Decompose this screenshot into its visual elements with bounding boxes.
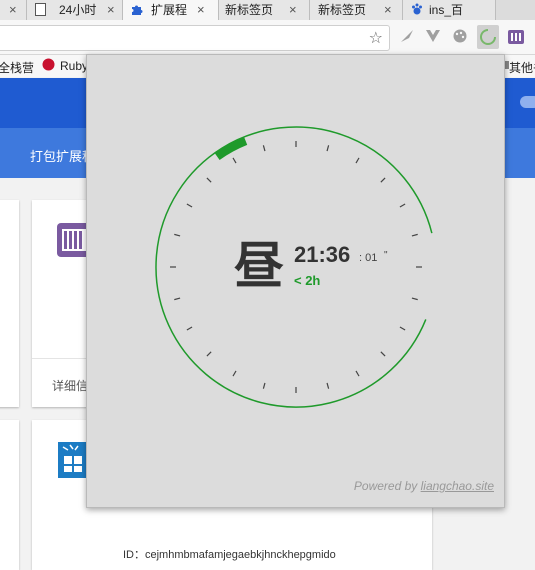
clock-tick xyxy=(232,157,237,164)
clock-tick xyxy=(326,382,330,389)
clock-tick xyxy=(411,297,418,301)
bookmark-item[interactable]: 全栈营 xyxy=(0,59,34,76)
powered-link[interactable]: liangchao.site xyxy=(421,479,494,493)
details-link[interactable]: 详细信 xyxy=(52,377,88,394)
tab-newtab-1[interactable]: 新标签页 × xyxy=(219,0,310,20)
browser-toolbar: ☆ xyxy=(0,20,535,55)
clock-tick xyxy=(262,382,266,389)
clock-tick xyxy=(174,233,181,237)
time-remaining: < 2h xyxy=(294,273,321,288)
tab-label: 24小时 xyxy=(59,3,97,17)
clock-tick xyxy=(355,370,360,377)
tab-24h[interactable]: 24小时 × xyxy=(27,0,123,20)
bookmark-item[interactable]: Ruby xyxy=(60,59,88,73)
tab-extensions[interactable]: 扩展程 × xyxy=(123,0,219,20)
puzzle-icon xyxy=(131,3,143,16)
clock-popup: 昼 21:36 : 01 " < 2h Powered by liangchao… xyxy=(86,54,505,508)
current-time: 21:36 xyxy=(294,242,351,267)
tab-strip: × 24小时 × 扩展程 × 新标签页 × 新标签页 × ins_百 xyxy=(0,0,535,20)
close-icon[interactable]: × xyxy=(289,0,297,20)
tab-baidu[interactable]: ins_百 xyxy=(403,0,496,20)
close-icon[interactable]: × xyxy=(384,0,392,20)
tab-newtab-2[interactable]: 新标签页 × xyxy=(310,0,403,20)
vuejs-icon[interactable] xyxy=(424,28,442,46)
palette-icon[interactable] xyxy=(451,28,469,46)
clock-tick xyxy=(355,157,360,164)
document-icon xyxy=(35,3,47,16)
clock-tick xyxy=(174,297,181,301)
period-label: 昼 xyxy=(234,237,284,295)
hour-marker xyxy=(214,136,248,161)
tab-label: ins_百 xyxy=(429,3,464,17)
close-icon[interactable]: × xyxy=(197,0,205,20)
close-icon[interactable]: × xyxy=(9,0,17,20)
powered-by: Powered by liangchao.site xyxy=(354,479,494,493)
tab-label: 扩展程 xyxy=(151,3,188,17)
baidu-paw-icon xyxy=(411,3,423,16)
close-icon[interactable]: × xyxy=(107,0,115,20)
clock-tick xyxy=(186,326,193,331)
clock-tick xyxy=(411,233,418,237)
seconds-unit: " xyxy=(384,250,388,261)
clock-tick xyxy=(206,177,212,183)
other-bookmarks[interactable]: 其他书 xyxy=(509,59,535,76)
clock-tick xyxy=(186,203,193,208)
clock-tick xyxy=(399,326,406,331)
powered-prefix: Powered by xyxy=(353,479,421,493)
clock-tick xyxy=(380,351,386,357)
extension-logo-icon xyxy=(58,442,88,483)
clock-tick xyxy=(399,203,406,208)
current-seconds: : 01 xyxy=(359,252,378,264)
extension-card xyxy=(0,420,19,570)
developer-mode-toggle[interactable] xyxy=(520,96,535,108)
extension-id: ID：cejmhmbmafamjegaebkjhnckhepgmido xyxy=(123,549,336,561)
feather-icon[interactable] xyxy=(398,28,416,46)
tab-label: 新标签页 xyxy=(318,3,367,17)
clock-tick xyxy=(262,145,266,152)
clock-tick xyxy=(206,351,212,357)
bookmark-star-icon[interactable]: ☆ xyxy=(369,28,383,48)
address-bar[interactable]: ☆ xyxy=(0,25,390,51)
clock-extension-icon[interactable] xyxy=(477,25,499,49)
clock-tick xyxy=(326,145,330,152)
tab-0[interactable]: × xyxy=(0,0,27,20)
clock-tick xyxy=(232,370,237,377)
ruby-icon xyxy=(42,58,55,74)
extension-card xyxy=(0,200,19,407)
clock-tick xyxy=(380,177,386,183)
tab-label: 新标签页 xyxy=(225,3,274,17)
bars-extension-icon[interactable] xyxy=(507,28,525,46)
